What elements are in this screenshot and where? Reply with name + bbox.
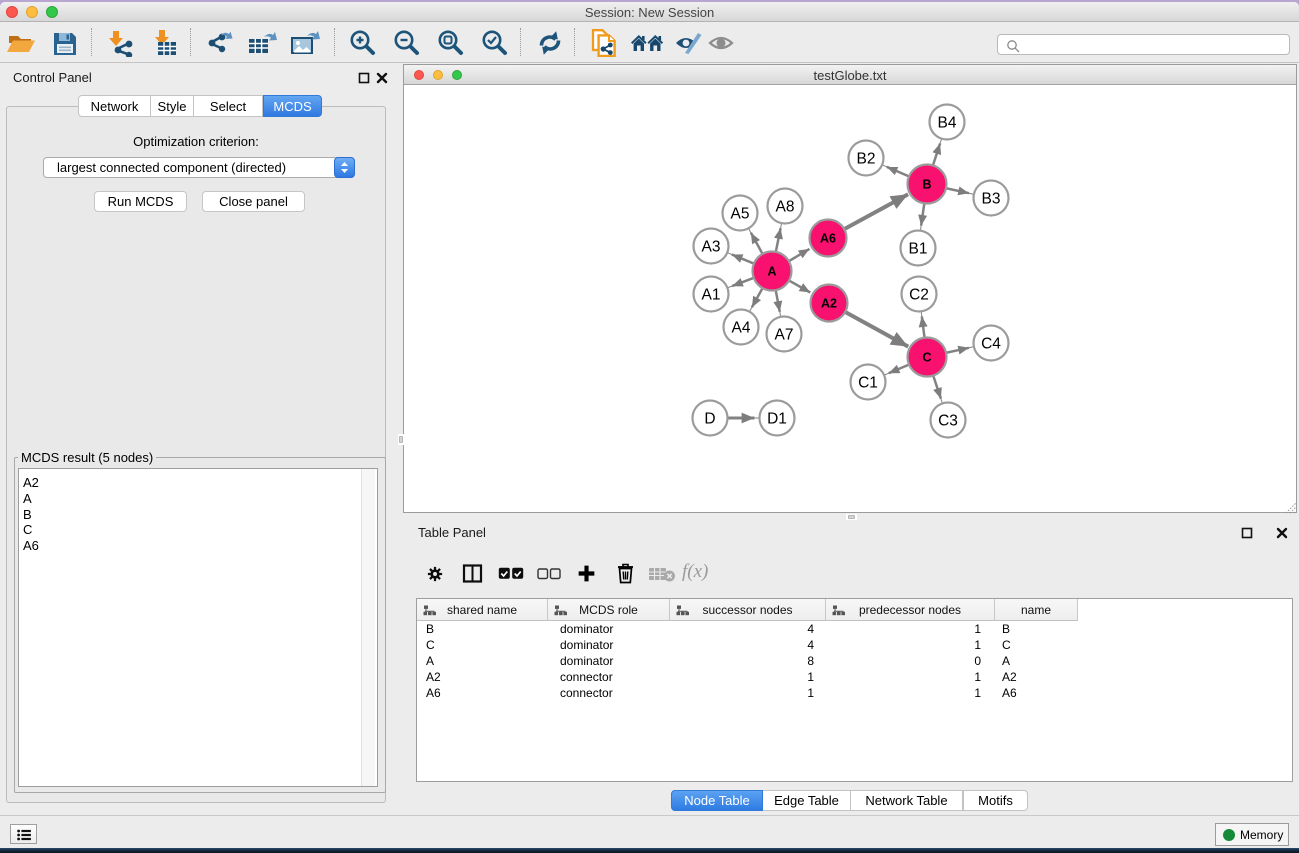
svg-text:A2: A2 xyxy=(821,297,837,311)
svg-text:A1: A1 xyxy=(702,287,721,304)
svg-text:B1: B1 xyxy=(909,241,928,258)
svg-text:C: C xyxy=(922,351,931,365)
svg-text:A4: A4 xyxy=(732,320,751,337)
svg-text:B: B xyxy=(922,178,931,192)
svg-text:A6: A6 xyxy=(820,232,836,246)
svg-text:A7: A7 xyxy=(775,327,794,344)
svg-text:D: D xyxy=(704,411,715,428)
svg-text:C2: C2 xyxy=(909,287,929,304)
svg-text:B2: B2 xyxy=(857,151,876,168)
svg-text:C4: C4 xyxy=(981,336,1001,353)
svg-text:C3: C3 xyxy=(938,413,958,430)
svg-text:A3: A3 xyxy=(702,239,721,256)
svg-text:A: A xyxy=(767,265,776,279)
svg-text:C1: C1 xyxy=(858,375,878,392)
svg-text:A8: A8 xyxy=(776,199,795,216)
svg-text:D1: D1 xyxy=(767,411,787,428)
svg-text:B3: B3 xyxy=(982,191,1001,208)
svg-text:B4: B4 xyxy=(938,115,957,132)
svg-text:A5: A5 xyxy=(731,206,750,223)
